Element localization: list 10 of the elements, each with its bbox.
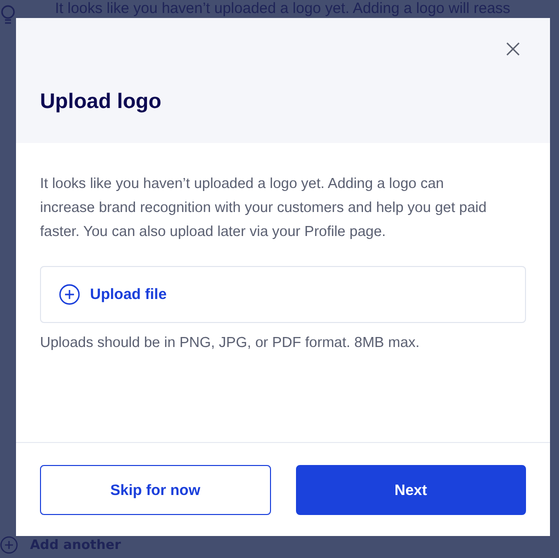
next-button[interactable]: Next <box>296 465 526 515</box>
description-text: It looks like you haven’t uploaded a logo yet. Adding a logo can increase brand recognition with your customers and help you get paid faster. You can also upload later via your Profile page. <box>40 175 488 242</box>
upload-field[interactable]: Upload file <box>40 266 526 323</box>
upload-file-link[interactable]: Upload file <box>90 286 167 303</box>
plus-circle-icon <box>0 536 18 554</box>
hint-text: Uploads should be in PNG, JPG, or PDF format. 8MB max. <box>40 335 421 351</box>
plus-circle-icon <box>59 284 80 305</box>
close-icon[interactable] <box>506 42 520 56</box>
skip-button[interactable]: Skip for now <box>40 465 270 515</box>
modal-title: Upload logo <box>40 89 162 115</box>
